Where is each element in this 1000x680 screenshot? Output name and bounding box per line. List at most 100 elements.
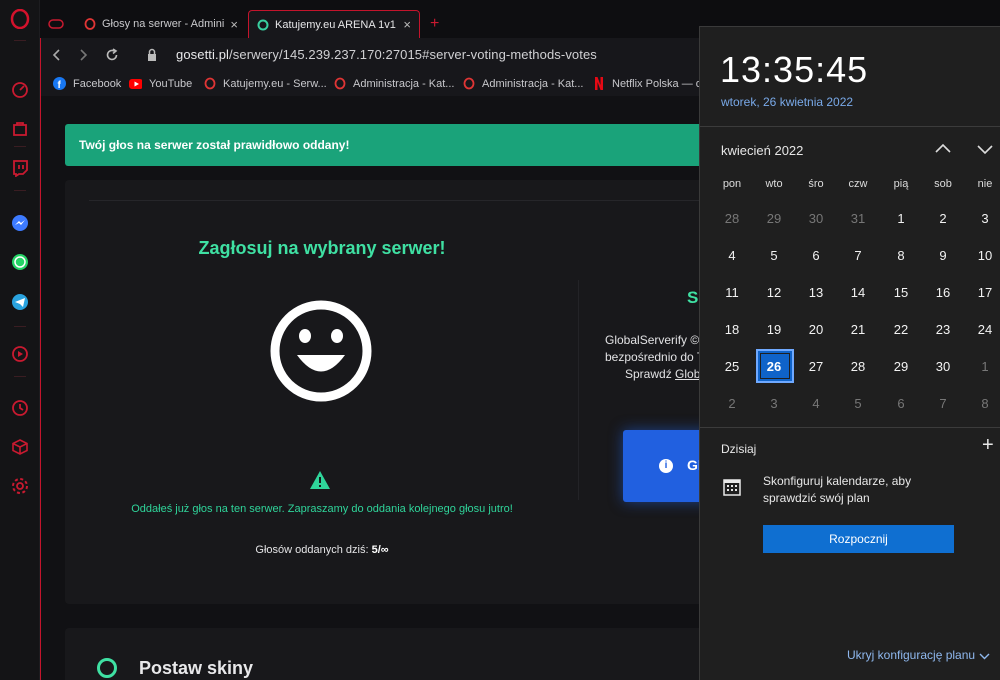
chevron-down-icon (979, 653, 990, 660)
bookmark-youtube[interactable]: YouTube (129, 77, 192, 90)
opera-icon (203, 77, 216, 90)
calendar-day[interactable]: 16 (922, 275, 964, 311)
back-icon[interactable] (47, 46, 65, 64)
calendar-day[interactable]: 25 (711, 349, 753, 385)
side-line: bezpośrednio do T (605, 350, 700, 364)
calendar-day[interactable]: 30 (795, 201, 837, 237)
calendar-day[interactable]: 11 (711, 275, 753, 311)
bookmark-katujemy[interactable]: Katujemy.eu - Serw... (203, 77, 327, 90)
calendar-day[interactable]: 24 (964, 312, 1000, 348)
calendar-day[interactable]: 6 (795, 238, 837, 274)
calendar-day[interactable]: 22 (880, 312, 922, 348)
reload-icon[interactable] (103, 46, 121, 64)
gamepad-icon[interactable] (48, 10, 64, 38)
twitch-icon[interactable] (10, 158, 30, 178)
calendar-day[interactable]: 1 (880, 201, 922, 237)
configure-calendar-message: Skonfiguruj kalendarze, aby sprawdzić sw… (763, 473, 911, 507)
add-event-button[interactable]: + (982, 435, 994, 455)
calendar-day[interactable]: 27 (795, 349, 837, 385)
url-path: /serwery/145.239.237.170:27015#server-vo… (229, 47, 597, 62)
url-text[interactable]: gosetti.pl/serwery/145.239.237.170:27015… (176, 47, 597, 62)
calendar-day[interactable]: 3 (753, 386, 795, 422)
calendar-day[interactable]: 12 (753, 275, 795, 311)
tab-katujemy[interactable]: Katujemy.eu ARENA 1v1 10 × (248, 10, 420, 38)
speed-dial-icon[interactable] (10, 80, 30, 100)
already-voted-message: Oddałeś już głos na ten serwer. Zaprasza… (131, 503, 513, 515)
calendar-day[interactable]: 8 (880, 238, 922, 274)
previous-month-icon[interactable] (933, 139, 953, 159)
ring-icon (97, 658, 117, 678)
calendar-day[interactable]: 7 (922, 386, 964, 422)
calendar-day[interactable]: 28 (711, 201, 753, 237)
calendar-day[interactable]: 29 (753, 201, 795, 237)
calendar-day[interactable]: 1 (964, 349, 1000, 385)
weekday-label: śro (808, 178, 824, 190)
calendar-day[interactable]: 10 (964, 238, 1000, 274)
bookmark-administracja-1[interactable]: Administracja - Kat... (333, 77, 454, 90)
bookmark-administracja-2[interactable]: Administracja - Kat... (462, 77, 583, 90)
calendar-day[interactable]: 14 (837, 275, 879, 311)
opera-logo-icon[interactable] (10, 9, 30, 29)
tab-title: Katujemy.eu ARENA 1v1 10 (275, 18, 397, 31)
calendar-day[interactable]: 8 (964, 386, 1000, 422)
calendar-day[interactable]: 6 (880, 386, 922, 422)
calendar-day[interactable]: 29 (880, 349, 922, 385)
opera-icon (462, 77, 475, 90)
messenger-icon[interactable] (10, 213, 30, 233)
browser-window: Głosy na serwer - Administ × Katujemy.eu… (40, 0, 717, 680)
cube-icon[interactable] (10, 437, 30, 457)
history-icon[interactable] (10, 398, 30, 418)
calendar-day[interactable]: 17 (964, 275, 1000, 311)
today-section-label: Dzisiaj (721, 442, 757, 456)
calendar-day[interactable]: 5 (753, 238, 795, 274)
next-month-icon[interactable] (975, 139, 995, 159)
column-divider (578, 280, 579, 500)
month-label[interactable]: kwiecień 2022 (721, 143, 803, 158)
address-bar: gosetti.pl/serwery/145.239.237.170:27015… (40, 38, 700, 72)
calendar-day[interactable]: 18 (711, 312, 753, 348)
tab-glosy[interactable]: Głosy na serwer - Administ × (76, 10, 246, 38)
calendar-day[interactable]: 2 (922, 201, 964, 237)
calendar-day[interactable]: 21 (837, 312, 879, 348)
hide-plan-link[interactable]: Ukryj konfigurację planu (847, 648, 990, 662)
clock-date[interactable]: wtorek, 26 kwietnia 2022 (721, 95, 853, 109)
start-button[interactable]: Rozpocznij (763, 525, 954, 553)
settings-gear-icon[interactable] (10, 476, 30, 496)
new-tab-button[interactable]: + (422, 10, 444, 38)
shopping-bag-icon[interactable] (10, 118, 30, 138)
calendar-day[interactable]: 2 (711, 386, 753, 422)
calendar-day[interactable]: 31 (837, 201, 879, 237)
calendar-day[interactable]: 3 (964, 201, 1000, 237)
success-toast: Twój głos na serwer został prawidłowo od… (65, 124, 700, 166)
calendar-day[interactable]: 9 (922, 238, 964, 274)
flyout-divider (700, 427, 1000, 428)
sidebar-divider (14, 146, 26, 147)
whatsapp-icon[interactable] (10, 252, 30, 272)
calendar-day[interactable]: 30 (922, 349, 964, 385)
calendar-day[interactable]: 7 (837, 238, 879, 274)
bookmark-facebook[interactable]: f Facebook (53, 77, 121, 90)
votes-value: 5/∞ (371, 544, 389, 556)
tab-close-icon[interactable]: × (230, 17, 238, 32)
calendar-day[interactable]: 20 (795, 312, 837, 348)
card-divider (89, 200, 700, 201)
opera-favicon-icon (84, 18, 96, 30)
side-line: Sprawdź Glob (605, 366, 700, 383)
calendar-day[interactable]: 4 (795, 386, 837, 422)
lock-icon[interactable] (143, 46, 161, 64)
calendar-day[interactable]: 28 (837, 349, 879, 385)
calendar-day[interactable]: 15 (880, 275, 922, 311)
calendar-day[interactable]: 4 (711, 238, 753, 274)
calendar-day[interactable]: 19 (753, 312, 795, 348)
calendar-day-today[interactable]: 26 (753, 349, 795, 385)
weekday-label: nie (977, 178, 993, 190)
tab-close-icon[interactable]: × (403, 17, 411, 32)
calendar-day[interactable]: 5 (837, 386, 879, 422)
forward-icon[interactable] (75, 46, 93, 64)
globalserverify-button[interactable]: i Gl (623, 430, 700, 502)
calendar-day[interactable]: 13 (795, 275, 837, 311)
player-icon[interactable] (10, 344, 30, 364)
globalserverify-link[interactable]: Glob (675, 367, 700, 381)
telegram-icon[interactable] (10, 292, 30, 312)
calendar-day[interactable]: 23 (922, 312, 964, 348)
